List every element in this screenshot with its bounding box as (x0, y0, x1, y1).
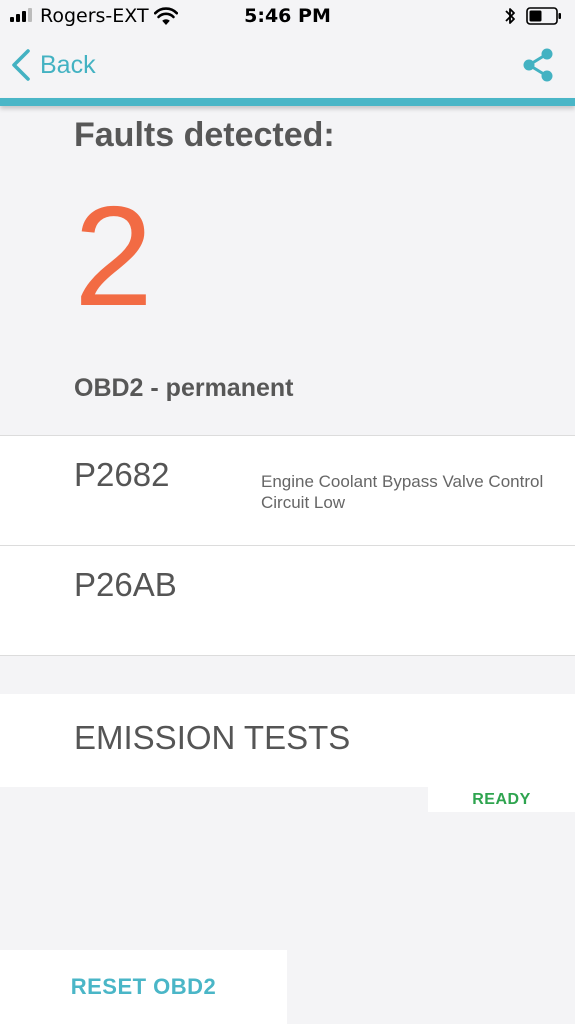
battery-icon (526, 7, 561, 25)
back-label: Back (40, 50, 96, 79)
fault-code: P2682 (74, 456, 170, 493)
share-icon[interactable] (521, 47, 555, 83)
chevron-left-icon (12, 49, 30, 81)
header-divider (0, 98, 575, 106)
emission-status-badge: READY (428, 786, 575, 812)
nav-bar: Back (0, 34, 575, 98)
fault-count: 2 (74, 177, 153, 336)
fault-row[interactable]: P26AB (0, 545, 575, 656)
emission-tests-title: EMISSION TESTS (74, 719, 351, 756)
emission-tests-panel[interactable]: EMISSION TESTS (0, 694, 575, 787)
fault-description: Engine Coolant Bypass Valve Control Circ… (261, 472, 544, 512)
fault-row[interactable]: P2682 Engine Coolant Bypass Valve Contro… (0, 435, 575, 545)
fault-code: P26AB (74, 566, 177, 603)
faults-title: Faults detected: (74, 116, 335, 154)
back-button[interactable]: Back (10, 48, 96, 82)
bluetooth-icon (505, 8, 515, 24)
fault-section-label: OBD2 - permanent (74, 374, 294, 402)
clock-time: 5:46 PM (244, 5, 331, 27)
status-bar: Rogers-EXT 5:46 PM (0, 0, 575, 34)
reset-obd2-button[interactable]: RESET OBD2 (0, 950, 287, 1024)
